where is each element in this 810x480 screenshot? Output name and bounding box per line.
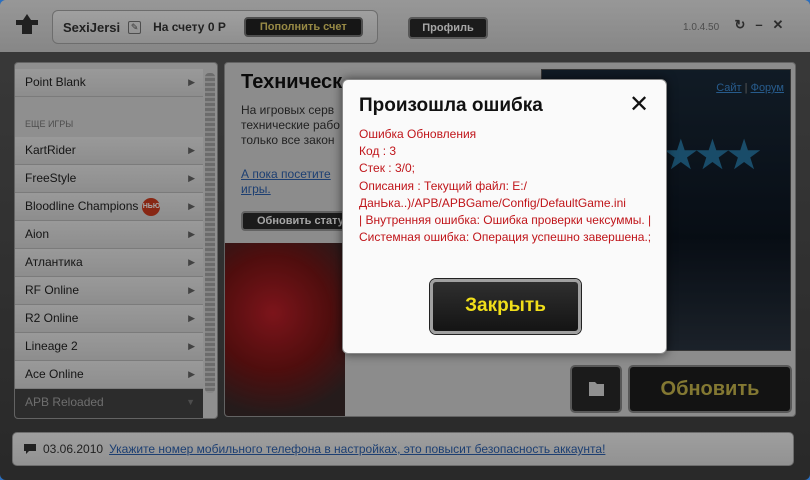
chat-icon xyxy=(24,444,36,454)
username[interactable]: SexiJersi xyxy=(63,20,120,35)
error-line: Описания : Текущий файл: E:/ДанЬка..)/AP… xyxy=(359,178,626,210)
link-separator: | xyxy=(741,82,751,94)
error-line: | Внутренняя ошибка: Ошибка проверки чек… xyxy=(359,213,655,245)
sidebar-item-freestyle[interactable]: FreeStyle ▶ xyxy=(15,165,203,193)
close-window-icon[interactable]: ✕ xyxy=(771,18,785,32)
sidebar-item-label: RF Online xyxy=(25,283,80,297)
section-heading: ЕЩЕ ИГРЫ xyxy=(25,119,74,129)
balance: На счету 0 Р xyxy=(153,20,226,34)
chevron-right-icon: ▶ xyxy=(188,285,195,295)
site-link[interactable]: Сайт xyxy=(716,82,741,94)
sidebar-item-label: Aion xyxy=(25,227,50,241)
stars-decoration: ★★★ xyxy=(662,131,763,178)
sidebar-item-label: Bloodline Champions xyxy=(25,199,139,213)
error-details: Ошибка Обновления Код : 3 Стек : 3/0; Оп… xyxy=(359,126,659,246)
edit-icon[interactable]: ✎ xyxy=(128,20,142,34)
chevron-right-icon: ▶ xyxy=(188,201,195,211)
sidebar-item-lineage-2[interactable]: Lineage 2 ▶ xyxy=(15,333,203,361)
profile-button[interactable]: Профиль xyxy=(408,17,488,39)
close-button[interactable]: Закрыть xyxy=(430,279,581,334)
launcher-window: SexiJersi ✎ На счету 0 Р Пополнить счет … xyxy=(0,0,810,480)
account-panel: SexiJersi ✎ На счету 0 Р Пополнить счет xyxy=(52,10,378,44)
chevron-right-icon: ▶ xyxy=(188,173,195,183)
sidebar-item-label: Атлантика xyxy=(25,255,83,269)
sidebar-item-rf-online[interactable]: RF Online ▶ xyxy=(15,277,203,305)
news-bar: 03.06.2010 Укажите номер мобильного теле… xyxy=(12,432,794,466)
chevron-right-icon: ▶ xyxy=(188,369,195,379)
sidebar-item-ace-online[interactable]: Ace Online ▶ xyxy=(15,361,203,389)
sidebar-item-point-blank[interactable]: Point Blank ▶ xyxy=(15,69,203,97)
chevron-right-icon: ▶ xyxy=(188,229,195,239)
page-heading: Техническ xyxy=(241,71,343,93)
sidebar-item-label: Ace Online xyxy=(25,367,84,381)
sidebar-item-bloodline-champions[interactable]: Bloodline Champions НЬЮ ▶ xyxy=(15,193,203,221)
restart-icon[interactable]: ↻ xyxy=(733,18,747,32)
dialog-title: Произошла ошибка xyxy=(359,95,543,116)
news-message-link[interactable]: Укажите номер мобильного телефона в наст… xyxy=(109,442,605,456)
sidebar-item-label: KartRider xyxy=(25,143,76,157)
news-date: 03.06.2010 xyxy=(43,442,104,456)
error-dialog: Произошла ошибка ✕ Ошибка Обновления Код… xyxy=(342,79,667,354)
folder-button[interactable] xyxy=(570,365,622,413)
chevron-right-icon: ▶ xyxy=(188,257,195,267)
sidebar-item-kartrider[interactable]: KartRider ▶ xyxy=(15,137,203,165)
chevron-right-icon: ▶ xyxy=(188,341,195,351)
logo-icon xyxy=(16,14,38,34)
sidebar-item-label: Point Blank xyxy=(25,75,86,89)
chevron-right-icon: ▶ xyxy=(188,77,195,87)
version-label: 1.0.4.50 xyxy=(683,22,720,33)
folder-icon xyxy=(589,382,604,396)
new-badge: НЬЮ xyxy=(142,197,161,216)
topup-button[interactable]: Пополнить счет xyxy=(243,17,363,37)
sidebar-item-label: FreeStyle xyxy=(25,171,77,185)
sidebar-item-label: Lineage 2 xyxy=(25,339,78,353)
error-line: Код : 3 xyxy=(359,144,397,159)
sidebar-item-apb-reloaded[interactable]: APB Reloaded ▼ xyxy=(15,389,203,418)
sidebar-item-label: R2 Online xyxy=(25,311,79,325)
games-sidebar: Point Blank ▶ ЕЩЕ ИГРЫ KartRider ▶ FreeSty… xyxy=(14,62,218,419)
chevron-right-icon: ▶ xyxy=(188,313,195,323)
sidebar-item-aion[interactable]: Aion ▶ xyxy=(15,221,203,249)
sidebar-item-label: APB Reloaded xyxy=(25,395,104,409)
chevron-down-icon: ▼ xyxy=(186,397,195,407)
error-line: Стек : 3/0; xyxy=(359,161,415,176)
banner-links: Сайт | Форум xyxy=(716,82,784,94)
sidebar-item-atlantica[interactable]: Атлантика ▶ xyxy=(15,249,203,277)
chevron-right-icon: ▶ xyxy=(188,145,195,155)
error-line: Ошибка Обновления xyxy=(359,127,477,141)
sidebar-scrollbar[interactable] xyxy=(205,73,215,393)
update-button[interactable]: Обновить xyxy=(628,365,792,413)
forum-link[interactable]: Форум xyxy=(751,82,784,94)
minimize-icon[interactable]: – xyxy=(752,18,766,32)
sidebar-item-r2-online[interactable]: R2 Online ▶ xyxy=(15,305,203,333)
top-bar: SexiJersi ✎ На счету 0 Р Пополнить счет … xyxy=(0,0,810,52)
close-icon[interactable]: ✕ xyxy=(628,93,650,117)
game-artwork xyxy=(225,243,345,416)
